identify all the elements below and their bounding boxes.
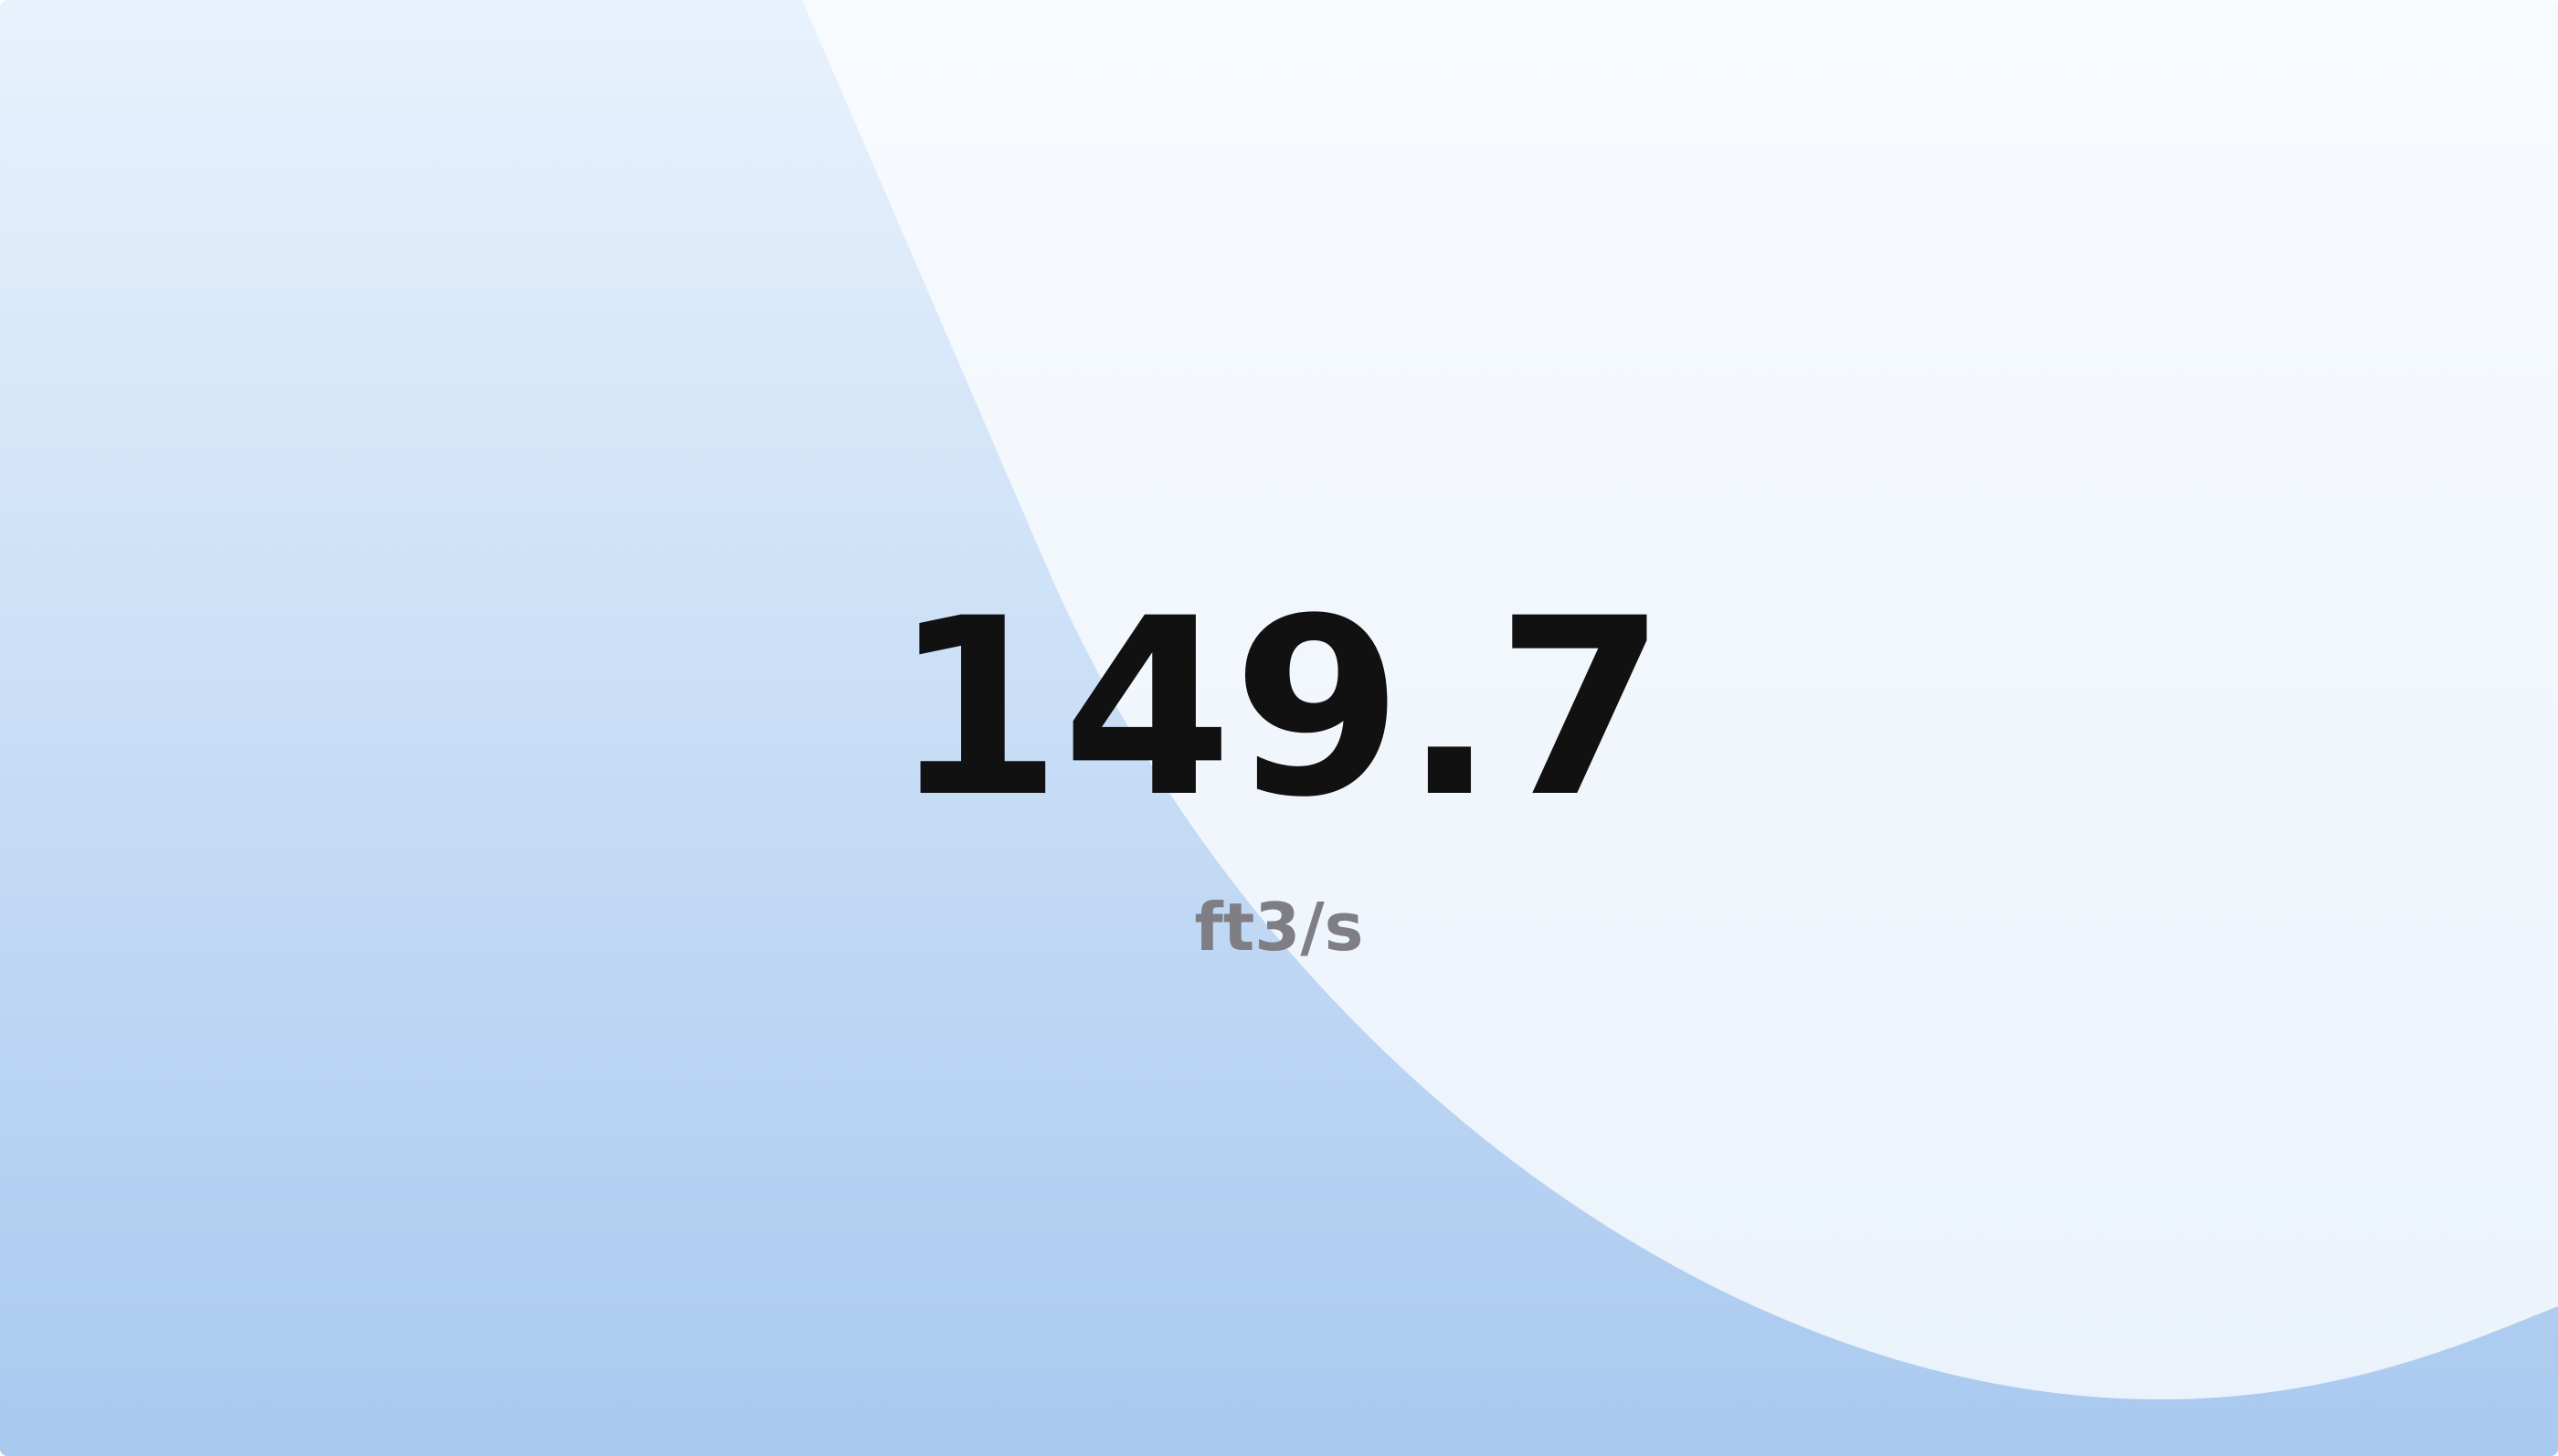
- stat-unit: ft3/s: [1194, 889, 1364, 965]
- stat-value: 149.7: [892, 566, 1666, 851]
- stat-panel: 149.7 ft3/s: [0, 0, 2558, 1456]
